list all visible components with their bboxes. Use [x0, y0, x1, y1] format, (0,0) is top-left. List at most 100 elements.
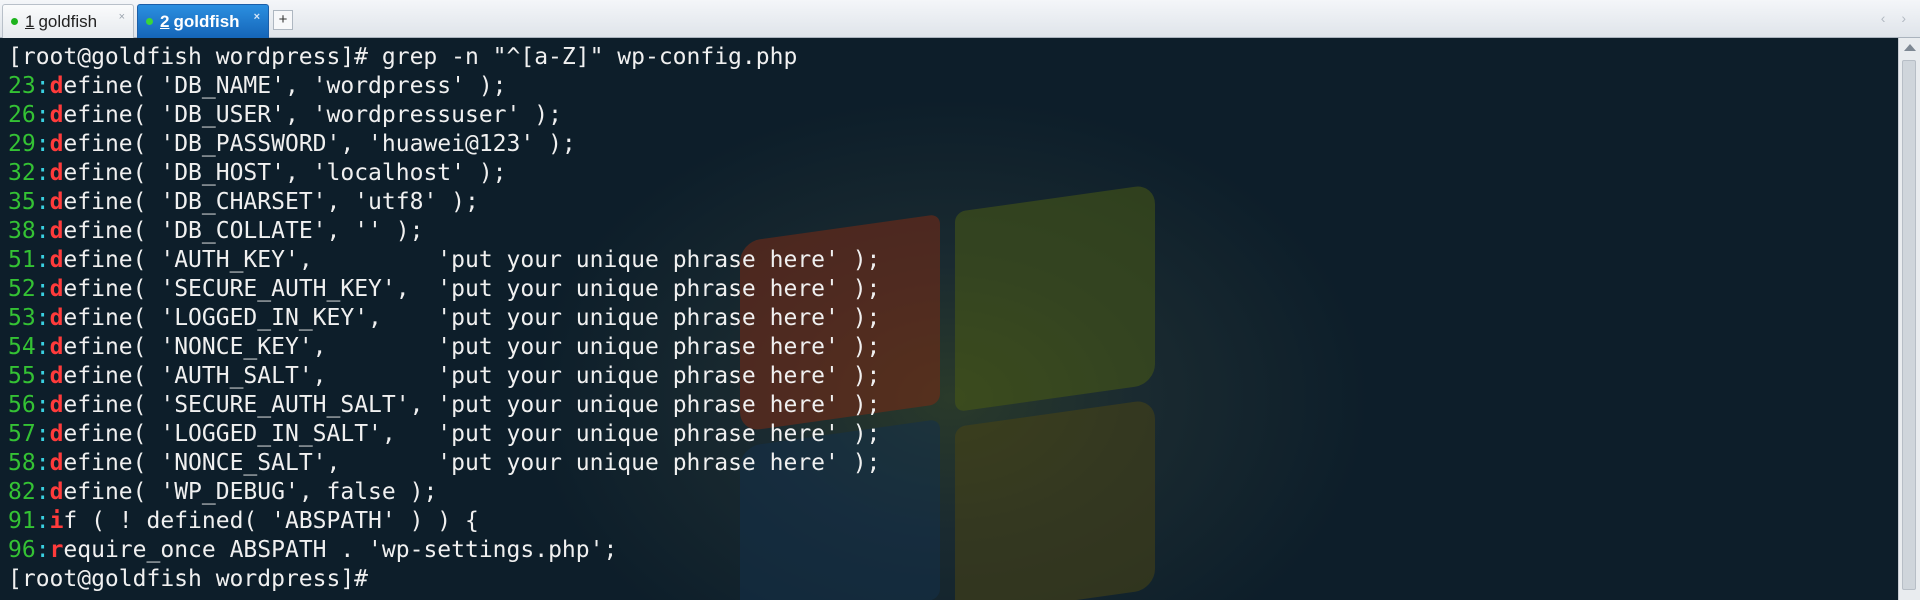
terminal-area[interactable]: [root@goldfish wordpress]# grep -n "^[a-…: [0, 38, 1898, 600]
line-content: efine( 'DB_USER', 'wordpressuser' );: [63, 102, 562, 128]
line-content: efine( 'SECURE_AUTH_KEY', 'put your uniq…: [63, 276, 881, 302]
match-highlight: d: [49, 363, 64, 389]
grep-result-line: 32:define( 'DB_HOST', 'localhost' );: [8, 159, 880, 188]
match-highlight: r: [49, 537, 64, 563]
grep-result-line: 26:define( 'DB_USER', 'wordpressuser' );: [8, 101, 880, 130]
tab-session-1[interactable]: 1 goldfish ×: [2, 4, 134, 38]
separator-colon: :: [35, 421, 50, 447]
match-highlight: d: [49, 334, 64, 360]
line-content: efine( 'DB_COLLATE', '' );: [63, 218, 424, 244]
terminal-output: [root@goldfish wordpress]# grep -n "^[a-…: [8, 43, 880, 594]
line-number: 56: [8, 392, 36, 418]
separator-colon: :: [35, 392, 50, 418]
grep-result-line: 38:define( 'DB_COLLATE', '' );: [8, 217, 880, 246]
close-tab-icon[interactable]: ×: [119, 11, 125, 23]
match-highlight: d: [49, 218, 64, 244]
line-number: 52: [8, 276, 36, 302]
tab-bar: 1 goldfish × 2 goldfish × + ‹ ›: [0, 0, 1920, 38]
separator-colon: :: [35, 131, 50, 157]
grep-result-line: 96:require_once ABSPATH . 'wp-settings.p…: [8, 536, 880, 565]
shell-prompt: [root@goldfish wordpress]#: [8, 566, 382, 592]
match-highlight: d: [49, 131, 64, 157]
separator-colon: :: [35, 247, 50, 273]
match-highlight: d: [49, 247, 64, 273]
scroll-up-icon[interactable]: [1904, 44, 1916, 51]
vertical-scrollbar[interactable]: [1898, 38, 1920, 600]
line-content: equire_once ABSPATH . 'wp-settings.php';: [63, 537, 618, 563]
connected-status-icon: [146, 18, 153, 25]
match-highlight: d: [49, 392, 64, 418]
line-number: 55: [8, 363, 36, 389]
match-highlight: d: [49, 305, 64, 331]
match-highlight: d: [49, 189, 64, 215]
separator-colon: :: [35, 73, 50, 99]
line-number: 23: [8, 73, 36, 99]
line-content: efine( 'NONCE_SALT', 'put your unique ph…: [63, 450, 881, 476]
match-highlight: d: [49, 276, 64, 302]
tab-number: 2: [160, 11, 170, 31]
match-highlight: d: [49, 479, 64, 505]
grep-result-line: 56:define( 'SECURE_AUTH_SALT', 'put your…: [8, 391, 880, 420]
grep-result-line: 51:define( 'AUTH_KEY', 'put your unique …: [8, 246, 880, 275]
grep-result-line: 29:define( 'DB_PASSWORD', 'huawei@123' )…: [8, 130, 880, 159]
line-content: efine( 'AUTH_SALT', 'put your unique phr…: [63, 363, 881, 389]
separator-colon: :: [35, 102, 50, 128]
line-number: 82: [8, 479, 36, 505]
grep-result-line: 23:define( 'DB_NAME', 'wordpress' );: [8, 72, 880, 101]
grep-result-line: 54:define( 'NONCE_KEY', 'put your unique…: [8, 333, 880, 362]
line-content: efine( 'DB_PASSWORD', 'huawei@123' );: [63, 131, 576, 157]
grep-result-line: 35:define( 'DB_CHARSET', 'utf8' );: [8, 188, 880, 217]
separator-colon: :: [35, 450, 50, 476]
grep-result-line: 91:if ( ! defined( 'ABSPATH' ) ) {: [8, 507, 880, 536]
line-number: 96: [8, 537, 36, 563]
separator-colon: :: [35, 189, 50, 215]
line-number: 38: [8, 218, 36, 244]
grep-result-line: 55:define( 'AUTH_SALT', 'put your unique…: [8, 362, 880, 391]
tab-label: goldfish: [173, 11, 240, 31]
match-highlight: d: [49, 160, 64, 186]
line-number: 91: [8, 508, 36, 534]
grep-result-line: 52:define( 'SECURE_AUTH_KEY', 'put your …: [8, 275, 880, 304]
line-content: efine( 'NONCE_KEY', 'put your unique phr…: [63, 334, 881, 360]
separator-colon: :: [35, 305, 50, 331]
tab-number: 1: [25, 11, 35, 31]
line-number: 51: [8, 247, 36, 273]
prompt-line: [root@goldfish wordpress]# grep -n "^[a-…: [8, 43, 880, 72]
line-content: efine( 'LOGGED_IN_SALT', 'put your uniqu…: [63, 421, 881, 447]
line-number: 53: [8, 305, 36, 331]
line-number: 54: [8, 334, 36, 360]
grep-result-line: 57:define( 'LOGGED_IN_SALT', 'put your u…: [8, 420, 880, 449]
line-number: 29: [8, 131, 36, 157]
separator-colon: :: [35, 508, 50, 534]
grep-result-line: 82:define( 'WP_DEBUG', false );: [8, 478, 880, 507]
line-number: 35: [8, 189, 36, 215]
tab-scroll-arrows[interactable]: ‹ ›: [1881, 10, 1912, 26]
line-number: 26: [8, 102, 36, 128]
line-number: 58: [8, 450, 36, 476]
line-content: efine( 'SECURE_AUTH_SALT', 'put your uni…: [63, 392, 881, 418]
scrollbar-thumb[interactable]: [1902, 60, 1916, 590]
match-highlight: d: [49, 73, 64, 99]
separator-colon: :: [35, 363, 50, 389]
prompt-line: [root@goldfish wordpress]#: [8, 565, 880, 594]
separator-colon: :: [35, 160, 50, 186]
separator-colon: :: [35, 537, 50, 563]
match-highlight: d: [49, 450, 64, 476]
tab-label: goldfish: [38, 11, 98, 31]
separator-colon: :: [35, 218, 50, 244]
line-content: efine( 'DB_NAME', 'wordpress' );: [63, 73, 507, 99]
line-content: efine( 'DB_CHARSET', 'utf8' );: [63, 189, 479, 215]
line-number: 57: [8, 421, 36, 447]
match-highlight: d: [49, 102, 64, 128]
line-content: efine( 'AUTH_KEY', 'put your unique phra…: [63, 247, 881, 273]
match-highlight: d: [49, 421, 64, 447]
grep-result-line: 58:define( 'NONCE_SALT', 'put your uniqu…: [8, 449, 880, 478]
new-tab-button[interactable]: +: [273, 10, 293, 30]
line-number: 32: [8, 160, 36, 186]
grep-result-line: 53:define( 'LOGGED_IN_KEY', 'put your un…: [8, 304, 880, 333]
separator-colon: :: [35, 479, 50, 505]
close-tab-icon[interactable]: ×: [254, 11, 260, 23]
connected-status-icon: [11, 18, 18, 25]
tab-session-2[interactable]: 2 goldfish ×: [137, 4, 269, 38]
line-content: efine( 'LOGGED_IN_KEY', 'put your unique…: [63, 305, 881, 331]
